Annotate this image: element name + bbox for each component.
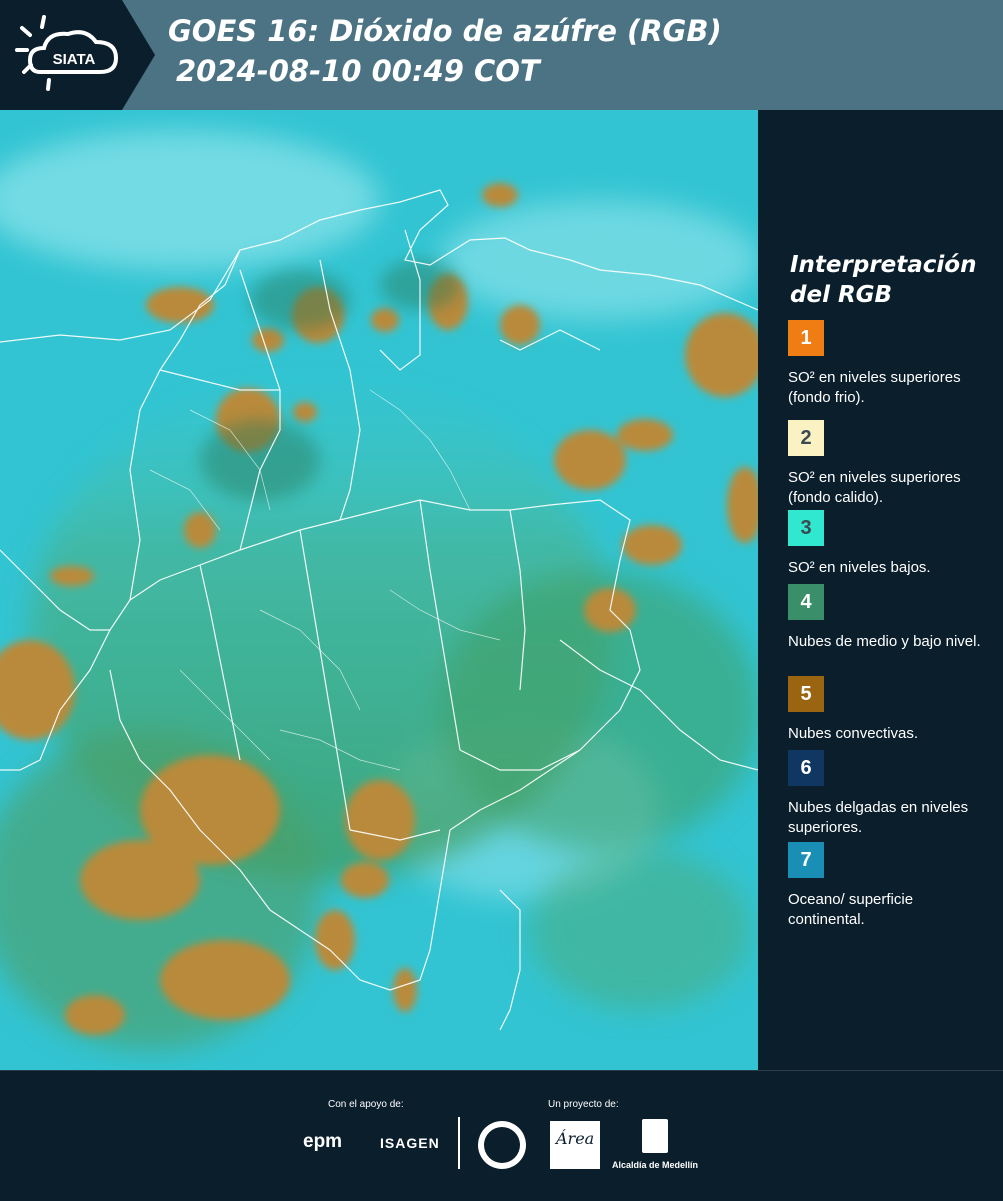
legend-swatch: 6 xyxy=(788,750,824,786)
timestamp: 2024-08-10 00:49 COT xyxy=(176,54,540,88)
legend-swatch: 4 xyxy=(788,584,824,620)
legend-text: SO² en niveles superiores (fondo frio). xyxy=(788,369,961,406)
legend-text: Nubes convectivas. xyxy=(788,725,919,742)
legend-item-4: 4 Nubes de medio y bajo nivel. xyxy=(788,584,988,652)
legend-item-5: 5 Nubes convectivas. xyxy=(788,676,988,744)
legend-swatch: 2 xyxy=(788,420,824,456)
legend-text: Nubes de medio y bajo nivel. xyxy=(788,633,981,650)
legend-title-line1: Interpretación xyxy=(790,252,977,278)
project-label: Un proyecto de: xyxy=(548,1099,619,1110)
legend-text: Oceano/ superficie continental. xyxy=(788,891,914,928)
satellite-map xyxy=(0,110,758,1070)
legend-swatch: 7 xyxy=(788,842,824,878)
legend-text: SO² en niveles bajos. xyxy=(788,559,931,576)
legend-text: SO² en niveles superiores (fondo calido)… xyxy=(788,469,961,506)
header-bar: SIATA GOES 16: Dióxido de azúfre (RGB) 2… xyxy=(0,0,1003,110)
legend-panel: Interpretación del RGB 1 SO² en niveles … xyxy=(758,110,1003,1070)
siata-logo-text: SIATA xyxy=(53,51,96,68)
alcaldia-crest-icon xyxy=(642,1119,668,1153)
isagen-logo: ISAGEN xyxy=(380,1135,440,1151)
epm-logo: epm xyxy=(303,1131,343,1152)
medellin-seal-logo xyxy=(478,1121,526,1169)
legend-swatch: 1 xyxy=(788,320,824,356)
legend-item-6: 6 Nubes delgadas en niveles superiores. xyxy=(788,750,988,838)
legend-swatch: 3 xyxy=(788,510,824,546)
legend-text: Nubes delgadas en niveles superiores. xyxy=(788,799,969,836)
legend-swatch: 5 xyxy=(788,676,824,712)
footer: Con el apoyo de: Un proyecto de: epm ISA… xyxy=(0,1070,1003,1201)
support-label: Con el apoyo de: xyxy=(328,1099,404,1110)
footer-divider xyxy=(458,1117,460,1169)
legend-title: Interpretación del RGB xyxy=(790,250,990,310)
area-logo-text: Área xyxy=(556,1129,595,1148)
legend-item-7: 7 Oceano/ superficie continental. xyxy=(788,842,988,930)
legend-item-2: 2 SO² en niveles superiores (fondo calid… xyxy=(788,420,988,508)
area-metropolitana-logo: Área xyxy=(550,1121,600,1169)
alcaldia-logo-text: Alcaldía de Medellín xyxy=(612,1160,699,1170)
siata-logo: SIATA xyxy=(0,0,155,110)
legend-item-3: 3 SO² en niveles bajos. xyxy=(788,510,988,578)
legend-title-line2: del RGB xyxy=(790,282,893,308)
legend-item-1: 1 SO² en niveles superiores (fondo frio)… xyxy=(788,320,988,408)
page-title: GOES 16: Dióxido de azúfre (RGB) xyxy=(168,14,722,48)
